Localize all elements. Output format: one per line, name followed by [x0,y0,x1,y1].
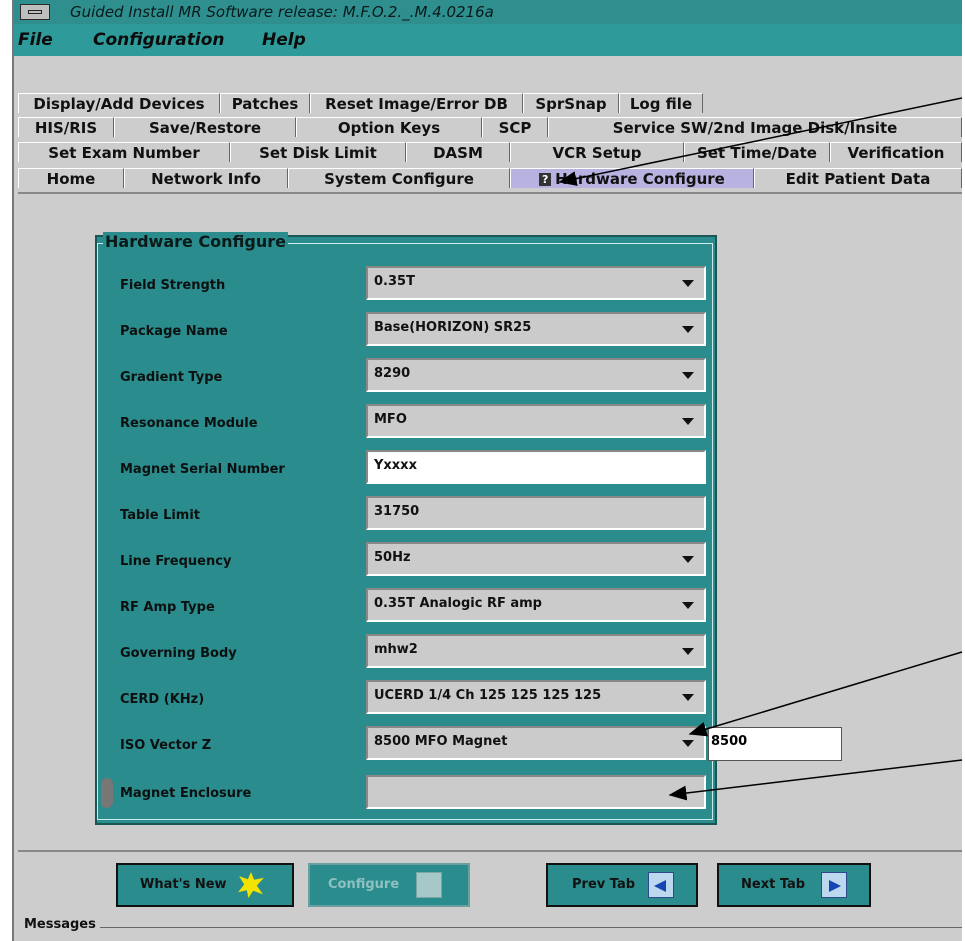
rf-amp-type-value: 0.35T Analogic RF amp [374,596,542,611]
tab-option-keys[interactable]: Option Keys [296,117,482,137]
rf-amp-type-label: RF Amp Type [120,600,215,615]
new-star-icon [238,872,264,898]
menu-help[interactable]: Help [262,30,306,50]
tab-hardware-configure[interactable]: ? Hardware Configure [510,168,754,188]
tab-system-configure[interactable]: System Configure [288,168,510,188]
resonance-module-select[interactable]: MFO [366,404,706,438]
field-strength-value: 0.35T [374,274,415,289]
governing-body-value: mhw2 [374,642,418,657]
arrow-right-icon [821,872,847,898]
tab-log-file[interactable]: Log file [619,93,703,113]
window-title: Guided Install MR Software release: M.F.… [70,3,494,21]
tab-dasm[interactable]: DASM [406,142,510,162]
chevron-down-icon [682,418,694,425]
cerd-label: CERD (KHz) [120,692,205,707]
messages-label: Messages [24,917,100,932]
tab-scp[interactable]: SCP [482,117,548,137]
bottom-divider [18,850,962,852]
help-icon: ? [539,173,552,186]
field-strength-select[interactable]: 0.35T [366,266,706,300]
chevron-down-icon [682,280,694,287]
configure-button[interactable]: Configure [308,863,470,907]
iso-vector-z-select[interactable]: 8500 MFO Magnet [366,726,706,760]
line-frequency-value: 50Hz [374,550,411,565]
tab-edit-patient-data[interactable]: Edit Patient Data [754,168,962,188]
line-frequency-select[interactable]: 50Hz [366,542,706,576]
package-name-value: Base(HORIZON) SR25 [374,320,532,335]
magnet-serial-number-label: Magnet Serial Number [120,462,285,477]
magnet-enclosure-field [366,775,706,809]
tab-sprsnap[interactable]: SprSnap [523,93,619,113]
tab-his-ris[interactable]: HIS/RIS [18,117,114,137]
chevron-down-icon [682,372,694,379]
tab-display-add-devices[interactable]: Display/Add Devices [18,93,220,113]
tab-network-info[interactable]: Network Info [124,168,288,188]
next-tab-label: Next Tab [741,877,806,892]
whats-new-label: What's New [140,877,227,892]
magnet-serial-number-input[interactable]: Yxxxx [366,450,706,484]
chevron-down-icon [682,740,694,747]
configure-icon [416,872,442,898]
iso-vector-z-value: 8500 MFO Magnet [374,734,508,749]
application-window: Guided Install MR Software release: M.F.… [12,0,962,941]
iso-vector-z-label: ISO Vector Z [120,738,212,753]
tab-service-sw[interactable]: Service SW/2nd Image Disk/Insite [548,117,962,137]
gradient-type-label: Gradient Type [120,370,223,385]
table-limit-label: Table Limit [120,508,201,523]
resonance-module-value: MFO [374,412,407,427]
gradient-type-value: 8290 [374,366,411,381]
table-limit-value: 31750 [374,504,420,519]
cerd-select[interactable]: UCERD 1/4 Ch 125 125 125 125 [366,680,706,714]
tab-home[interactable]: Home [18,168,124,188]
chevron-down-icon [682,648,694,655]
gradient-type-select[interactable]: 8290 [366,358,706,392]
panel-title: Hardware Configure [103,232,288,251]
tab-set-time-date[interactable]: Set Time/Date [684,142,830,162]
menu-configuration[interactable]: Configuration [93,30,225,50]
whats-new-button[interactable]: What's New [116,863,294,907]
configure-label: Configure [328,877,400,892]
tab-save-restore[interactable]: Save/Restore [114,117,296,137]
tab-set-disk-limit[interactable]: Set Disk Limit [230,142,406,162]
field-strength-label: Field Strength [120,278,226,293]
title-bar: Guided Install MR Software release: M.F.… [14,0,962,25]
package-name-label: Package Name [120,324,228,339]
line-frequency-label: Line Frequency [120,554,232,569]
magnet-enclosure-label: Magnet Enclosure [120,786,252,801]
magnet-serial-number-value: Yxxxx [374,458,417,473]
table-limit-field: 31750 [366,496,706,530]
rf-amp-type-select[interactable]: 0.35T Analogic RF amp [366,588,706,622]
chevron-down-icon [682,602,694,609]
iso-vector-z-number: 8500 [711,734,748,749]
menu-bar: File Configuration Help [14,24,962,56]
tab-reset-image-error-db[interactable]: Reset Image/Error DB [310,93,523,113]
iso-vector-z-input[interactable]: 8500 [708,727,842,761]
chevron-down-icon [682,694,694,701]
governing-body-select[interactable]: mhw2 [366,634,706,668]
status-indicator [101,778,113,808]
arrow-left-icon [648,872,674,898]
resonance-module-label: Resonance Module [120,416,258,431]
cerd-value: UCERD 1/4 Ch 125 125 125 125 [374,688,602,703]
menu-file[interactable]: File [18,30,53,50]
package-name-select[interactable]: Base(HORIZON) SR25 [366,312,706,346]
tab-set-exam-number[interactable]: Set Exam Number [18,142,230,162]
messages-divider [94,927,962,928]
tab-patches[interactable]: Patches [220,93,310,113]
next-tab-button[interactable]: Next Tab [717,863,871,907]
tab-vcr-setup[interactable]: VCR Setup [510,142,684,162]
chevron-down-icon [682,556,694,563]
window-menu-button[interactable] [20,4,50,20]
governing-body-label: Governing Body [120,646,237,661]
tab-hardware-configure-label: Hardware Configure [555,170,725,188]
tab-divider [18,192,962,194]
tab-verification[interactable]: Verification [830,142,962,162]
prev-tab-label: Prev Tab [572,877,636,892]
chevron-down-icon [682,326,694,333]
prev-tab-button[interactable]: Prev Tab [546,863,698,907]
